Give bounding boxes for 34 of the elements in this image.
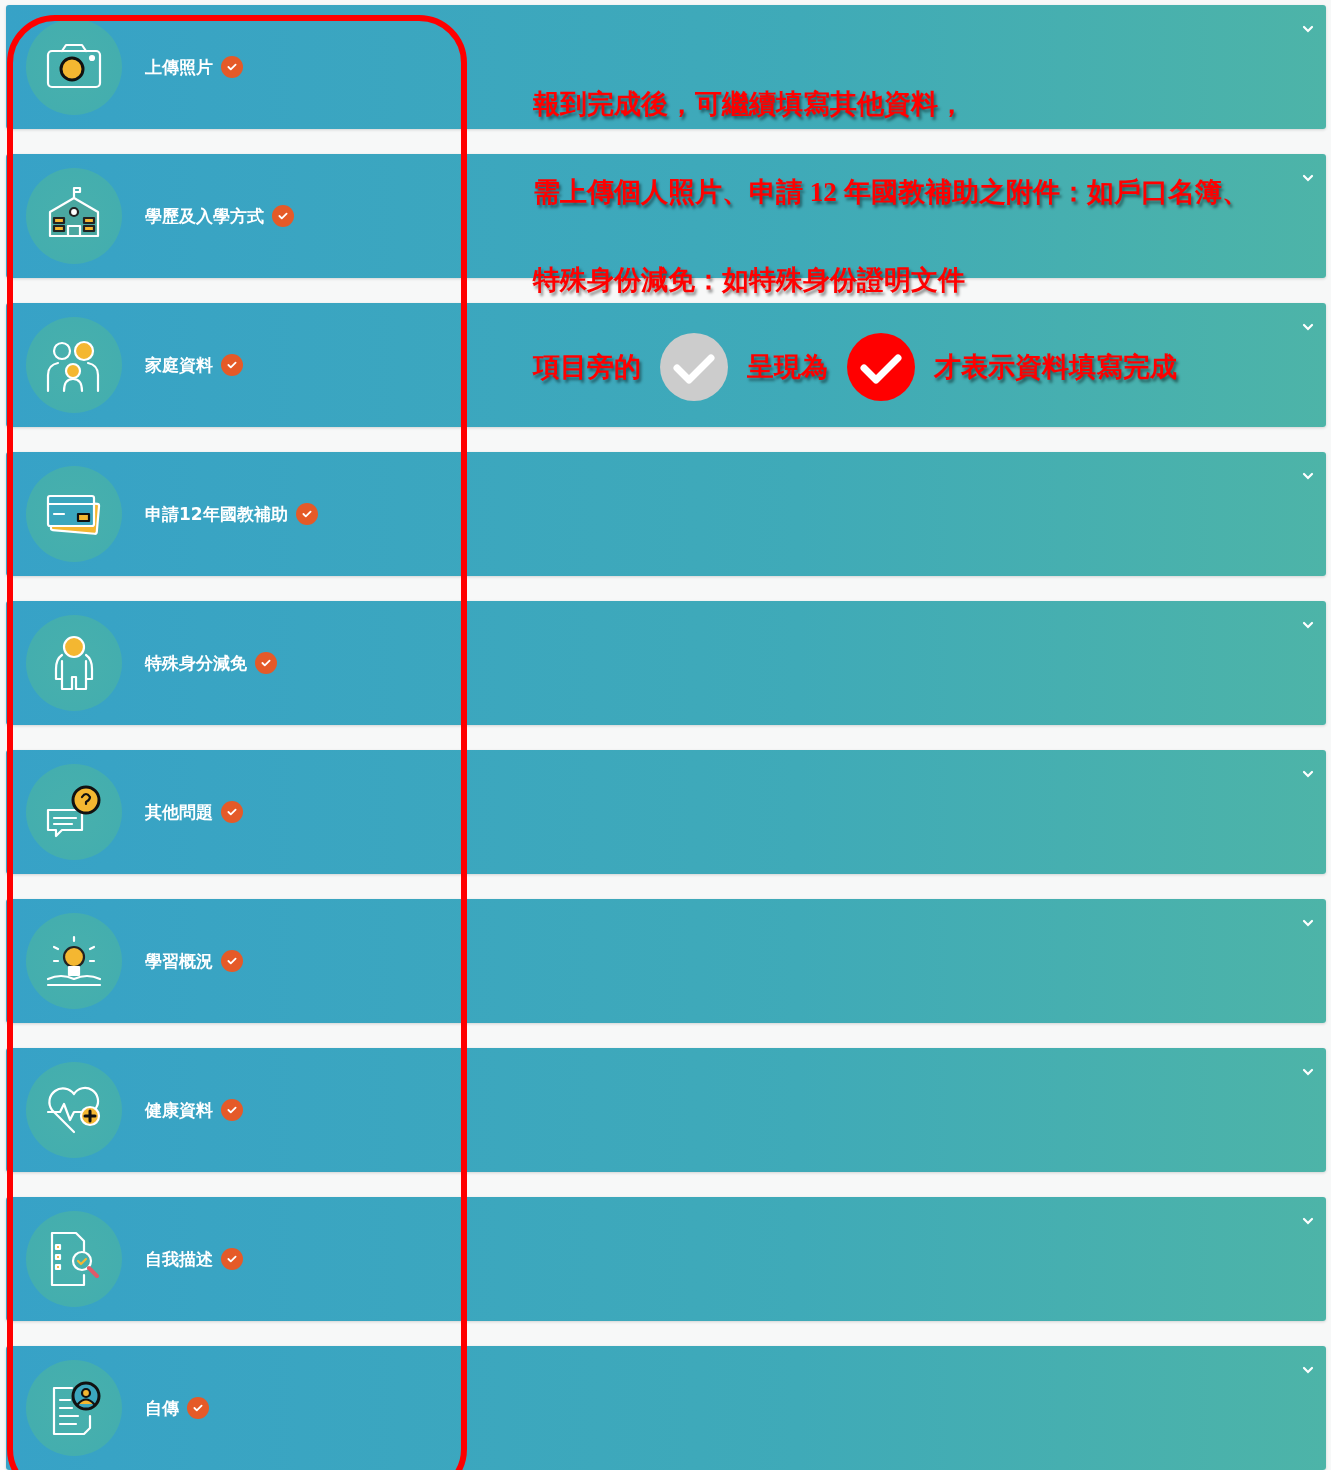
pending-check-icon xyxy=(659,332,729,402)
chevron-icon[interactable] xyxy=(1302,1217,1314,1225)
section-title: 自我描述 xyxy=(145,1247,213,1271)
section-title: 自傳 xyxy=(145,1396,179,1420)
section-title: 申請12年國教補助 xyxy=(145,502,288,526)
annotation-text: 項目旁的 xyxy=(533,351,641,384)
section-title: 學歷及入學方式 xyxy=(145,204,264,228)
section-panel[interactable]: 其他問題 xyxy=(6,750,1326,874)
chevron-icon[interactable] xyxy=(1302,1068,1314,1076)
chevron-icon[interactable] xyxy=(1302,25,1314,33)
chevron-icon[interactable] xyxy=(1302,919,1314,927)
annotation-text: 報到完成後，可繼續填寫其他資料， xyxy=(533,88,966,121)
chevron-icon[interactable] xyxy=(1302,621,1314,629)
section-title: 上傳照片 xyxy=(145,55,213,79)
section-title: 特殊身分減免 xyxy=(145,651,247,675)
section-title: 學習概況 xyxy=(145,949,213,973)
section-title: 家庭資料 xyxy=(145,353,213,377)
chevron-icon[interactable] xyxy=(1302,174,1314,182)
chevron-icon[interactable] xyxy=(1302,1366,1314,1374)
annotation-text: 才表示資料填寫完成 xyxy=(934,351,1177,384)
section-panel[interactable]: 申請12年國教補助 xyxy=(6,452,1326,576)
section-panel[interactable]: 特殊身分減免 xyxy=(6,601,1326,725)
section-panel[interactable]: 健康資料 xyxy=(6,1048,1326,1172)
annotation-text: 呈現為 xyxy=(747,351,828,384)
section-panel[interactable]: 自我描述 xyxy=(6,1197,1326,1321)
section-panel[interactable]: 自傳 xyxy=(6,1346,1326,1470)
annotation-text: 需上傳個人照片、申請 12 年國教補助之附件：如戶口名簿、 xyxy=(533,176,1249,209)
section-title: 健康資料 xyxy=(145,1098,213,1122)
chevron-icon[interactable] xyxy=(1302,323,1314,331)
section-title: 其他問題 xyxy=(145,800,213,824)
section-panel[interactable]: 學習概況 xyxy=(6,899,1326,1023)
chevron-icon[interactable] xyxy=(1302,472,1314,480)
chevron-icon[interactable] xyxy=(1302,770,1314,778)
done-check-icon xyxy=(846,332,916,402)
